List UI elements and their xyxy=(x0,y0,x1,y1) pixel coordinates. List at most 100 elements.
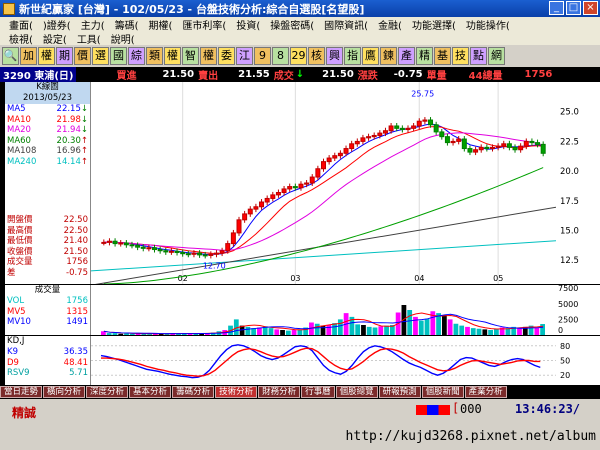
menu-item-11[interactable]: 功能操作( xyxy=(461,17,515,32)
candle-body xyxy=(225,243,231,252)
toolbar-button-27[interactable]: 網 xyxy=(488,47,505,65)
volume-header[interactable]: 成交量 xyxy=(5,285,90,296)
kd-value: 36.35 xyxy=(64,347,88,358)
k-line-header[interactable]: K線圖 xyxy=(5,82,90,93)
toolbar-button-19[interactable]: 指 xyxy=(344,47,361,65)
volume-bar xyxy=(320,325,326,335)
candle-body xyxy=(163,250,169,253)
volume-bar xyxy=(361,325,366,335)
toolbar-button-12[interactable]: 委 xyxy=(218,47,235,65)
kd-name: K9 xyxy=(7,347,18,357)
toolbar-button-2[interactable]: 權 xyxy=(38,47,55,65)
toolbar-button-24[interactable]: 基 xyxy=(434,47,451,65)
toolbar-button-4[interactable]: 價 xyxy=(74,47,91,65)
toolbar-button-17[interactable]: 核 xyxy=(308,47,325,65)
vol-name: MV5 xyxy=(7,306,26,317)
volume-tick-label: 7500 xyxy=(558,285,578,293)
toolbar-button-5[interactable]: 選 xyxy=(92,47,109,65)
menu-item-9[interactable]: 金融( xyxy=(373,17,407,32)
volume-bar xyxy=(470,328,476,335)
menu-item-7[interactable]: 操盤密碼( xyxy=(265,17,319,32)
toolbar-button-10[interactable]: 智 xyxy=(182,47,199,65)
bottom-tab-3[interactable]: 基本分析 xyxy=(129,386,172,398)
bottom-tab-7[interactable]: 行事曆 xyxy=(301,386,335,398)
x-tick-label: 02 xyxy=(178,274,188,283)
candle-body xyxy=(388,125,394,132)
candle-body xyxy=(112,240,118,245)
ma-value-text: 14.14 xyxy=(56,156,81,167)
down-arrow-icon: ↓ xyxy=(295,69,305,80)
ma-row: MA20 21.94↓ xyxy=(5,125,90,136)
bottom-tab-1[interactable]: 橫向分析 xyxy=(43,386,86,398)
symbol-label[interactable]: 3290 東浦(日) xyxy=(0,67,77,82)
menu-item-5[interactable]: 匯市利率( xyxy=(177,17,231,32)
menu-item-0[interactable]: 畫面( xyxy=(4,17,38,32)
bottom-tab-4[interactable]: 籌碼分析 xyxy=(172,386,215,398)
toolbar-button-8[interactable]: 類 xyxy=(146,47,163,65)
bottom-tab-9[interactable]: 研報預測 xyxy=(378,386,421,398)
price-value-text: -0.75 xyxy=(66,267,88,278)
status-bar: 精誠 [ 000 13:46:23/ xyxy=(0,399,600,423)
toolbar-button-1[interactable]: 加 xyxy=(20,47,37,65)
toolbar-button-20[interactable]: 鷹 xyxy=(362,47,379,65)
toolbar-button-7[interactable]: 綜 xyxy=(128,47,145,65)
toolbar-button-25[interactable]: 技 xyxy=(452,47,469,65)
volume-bar xyxy=(268,328,274,335)
ma-row: MA240 14.14↑ xyxy=(5,157,90,168)
menu-item-3[interactable]: 籌碼( xyxy=(110,17,144,32)
toolbar-button-22[interactable]: 產 xyxy=(398,47,415,65)
toolbar-button-14[interactable]: 9 xyxy=(254,47,271,65)
kd-header[interactable]: KD,J xyxy=(5,336,90,347)
bottom-tab-0[interactable]: 當日走勢 xyxy=(0,386,43,398)
close-icon[interactable]: × xyxy=(583,1,598,15)
window-titlebar: 新世紀贏家 [台灣] - 102/05/23 - 台盤技術分析:綜合自選股[名望… xyxy=(0,0,600,17)
minimize-icon[interactable]: _ xyxy=(549,1,564,15)
menu-item-2[interactable]: 主力( xyxy=(76,17,110,32)
toolbar-button-26[interactable]: 點 xyxy=(470,47,487,65)
toolbar-button-18[interactable]: 興 xyxy=(326,47,343,65)
candle-body xyxy=(405,127,411,131)
volume-bar xyxy=(476,328,482,335)
toolbar-button-13[interactable]: 江 xyxy=(236,47,253,65)
candlestick-chart[interactable]: 02 03 04 05 25.75 12.70 xyxy=(91,82,556,284)
price-name: 開盤價 xyxy=(7,215,33,225)
bottom-tab-2[interactable]: 深度分析 xyxy=(86,386,129,398)
toolbar-button-9[interactable]: 權 xyxy=(164,47,181,65)
ma-value: 16.96↑ xyxy=(57,146,88,157)
y-tick-label: 25.0 xyxy=(560,108,579,118)
menu-item-8[interactable]: 國際資訊( xyxy=(319,17,373,32)
toolbar-button-21[interactable]: 鍊 xyxy=(380,47,397,65)
kd-chart[interactable] xyxy=(91,336,556,385)
bottom-tab-5[interactable]: 技術分析 xyxy=(215,386,258,398)
vol-value: 1756 xyxy=(66,296,88,307)
toolbar-button-0[interactable]: 🔍 xyxy=(2,47,19,65)
toolbar-button-15[interactable]: 8 xyxy=(272,47,289,65)
ma10-line xyxy=(103,126,544,254)
volume-bar xyxy=(124,333,129,335)
candle-body xyxy=(264,197,270,203)
toolbar-button-16[interactable]: 29 xyxy=(290,47,307,65)
bottom-tab-11[interactable]: 產業分析 xyxy=(464,386,507,398)
toolbar-button-3[interactable]: 期 xyxy=(56,47,73,65)
menu2-item-0[interactable]: 檢視( xyxy=(4,31,38,46)
bottom-tab-6[interactable]: 財務分析 xyxy=(258,386,301,398)
k-line-panel: K線圖 2013/05/23 MA5 22.15↓ MA10 21.98↓ MA20 21… xyxy=(5,82,91,284)
toolbar-button-11[interactable]: 權 xyxy=(200,47,217,65)
menu2-item-2[interactable]: 工具( xyxy=(72,31,106,46)
bottom-tab-10[interactable]: 個股新聞 xyxy=(421,386,464,398)
menu2-item-1[interactable]: 設定( xyxy=(38,31,72,46)
menu-item-4[interactable]: 期權( xyxy=(144,17,178,32)
candle-body xyxy=(529,140,535,144)
menu-item-6[interactable]: 投資( xyxy=(231,17,265,32)
candle-body xyxy=(157,249,163,252)
menu-item-10[interactable]: 功能選擇( xyxy=(407,17,461,32)
volume-list: VOL 1756 MV5 1315 MV10 1491 xyxy=(5,296,90,328)
menu-item-1[interactable]: )證券( xyxy=(38,17,76,32)
maximize-icon[interactable]: □ xyxy=(566,1,581,15)
toolbar-button-6[interactable]: 國 xyxy=(110,47,127,65)
bottom-tab-8[interactable]: 個股總覽 xyxy=(335,386,378,398)
menu2-item-3[interactable]: 說明( xyxy=(106,31,140,46)
volume-chart[interactable] xyxy=(91,285,556,335)
toolbar-button-23[interactable]: 精 xyxy=(416,47,433,65)
candle-body xyxy=(377,132,383,136)
